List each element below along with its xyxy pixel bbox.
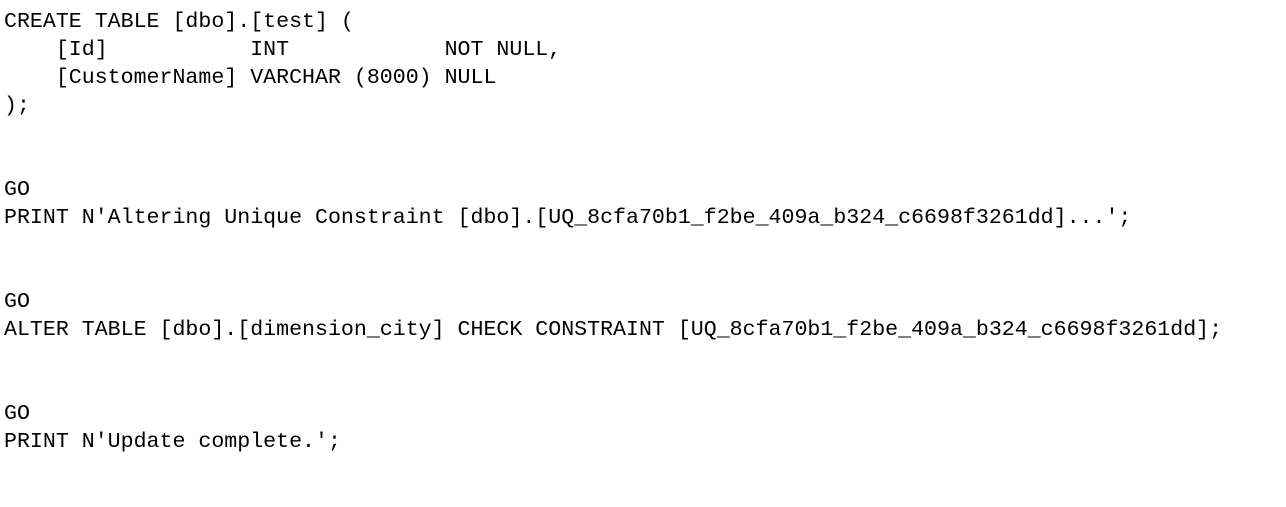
code-line: );: [4, 94, 30, 118]
sql-script-editor[interactable]: GO CREATE TABLE [dbo].[test] ( [Id] INT N…: [4, 0, 1222, 456]
code-line: ALTER TABLE [dbo].[dimension_city] CHECK…: [4, 318, 1223, 342]
code-line: GO: [4, 178, 30, 202]
code-line: GO: [4, 0, 1222, 8]
code-line: GO: [4, 402, 30, 426]
code-line: PRINT N'Update complete.';: [4, 430, 341, 454]
code-line: [CustomerName] VARCHAR (8000) NULL: [4, 66, 497, 90]
code-line: [Id] INT NOT NULL,: [4, 38, 562, 62]
code-line: CREATE TABLE [dbo].[test] (: [4, 10, 354, 34]
code-line: PRINT N'Altering Unique Constraint [dbo]…: [4, 206, 1132, 230]
code-line: GO: [4, 290, 30, 314]
